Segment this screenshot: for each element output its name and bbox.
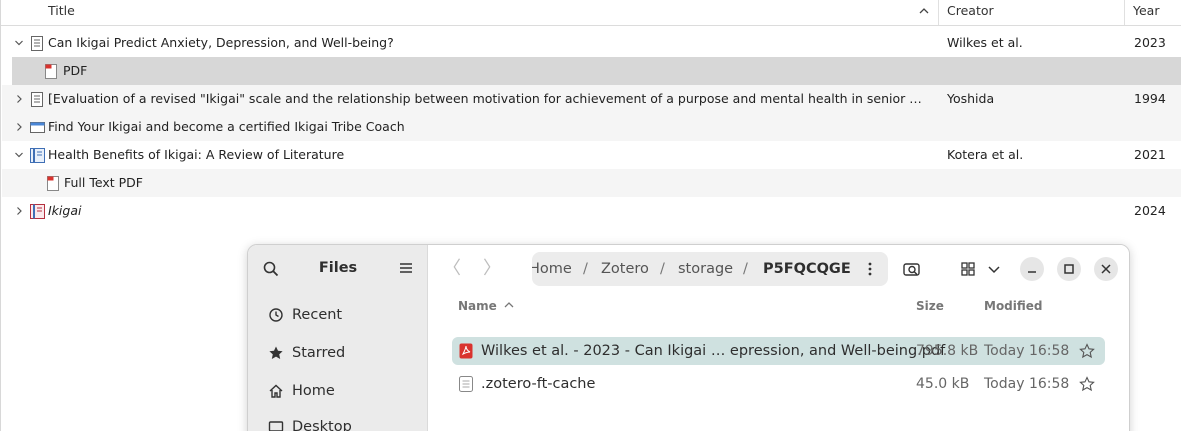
breadcrumb-separator: / — [583, 261, 588, 277]
item-title: [Evaluation of a revised "Ikigai" scale … — [48, 91, 928, 106]
column-header-modified[interactable]: Modified — [984, 297, 1043, 315]
item-title: Find Your Ikigai and become a certified … — [48, 119, 405, 134]
breadcrumb: Home / Zotero / storage / P5FQCQGE — [532, 252, 888, 286]
back-button[interactable]: 〈 — [438, 257, 466, 281]
column-header-size[interactable]: Size — [916, 297, 944, 315]
chevron-down-icon[interactable] — [14, 38, 24, 48]
sidebar-item-label: Recent — [292, 307, 343, 323]
sidebar-item-label: Desktop — [292, 419, 352, 431]
file-row[interactable]: .zotero-ft-cache 45.0 kB Today 16:58 — [452, 370, 1105, 398]
minimize-icon — [1028, 271, 1036, 273]
desktop-icon — [268, 421, 284, 431]
files-main-pane: 〈 〉 Home / Zotero / storage / P5FQCQGE N… — [428, 245, 1129, 431]
forward-button[interactable]: 〉 — [478, 257, 506, 281]
item-creator: Wilkes et al. — [947, 35, 1023, 50]
book-section-icon — [30, 148, 45, 163]
item-title: Health Benefits of Ikigai: A Review of L… — [48, 147, 345, 162]
column-header-creator[interactable]: Creator — [947, 0, 994, 25]
item-creator: Kotera et al. — [947, 147, 1024, 162]
breadcrumb-current-folder[interactable]: P5FQCQGE — [763, 252, 851, 286]
file-name: Wilkes et al. - 2023 - Can Ikigai … epre… — [481, 343, 946, 359]
web-page-icon — [30, 122, 45, 133]
home-icon — [269, 384, 283, 398]
sort-ascending-icon[interactable] — [918, 5, 930, 17]
text-file-icon — [459, 376, 473, 392]
item-row[interactable]: Ikigai 2024 — [2, 197, 1181, 225]
chevron-down-icon[interactable] — [14, 150, 24, 160]
close-button[interactable] — [1094, 257, 1118, 281]
attachment-title: PDF — [63, 63, 88, 78]
breadcrumb-separator: / — [743, 261, 748, 277]
clock-icon — [269, 308, 283, 322]
item-year: 2021 — [1134, 147, 1166, 162]
file-modified: Today 16:58 — [984, 343, 1070, 359]
attachment-title: Full Text PDF — [64, 175, 143, 190]
file-row-selected[interactable]: Wilkes et al. - 2023 - Can Ikigai … epre… — [452, 337, 1105, 365]
column-header-name[interactable]: Name — [458, 297, 515, 315]
file-size: 45.0 kB — [916, 376, 970, 392]
close-icon — [1101, 264, 1111, 274]
chevron-right-icon[interactable] — [14, 206, 24, 216]
column-header-name-label: Name — [458, 299, 497, 313]
maximize-icon — [1064, 264, 1074, 274]
attachment-row[interactable]: Full Text PDF — [2, 169, 1181, 197]
column-divider[interactable] — [1124, 0, 1125, 25]
attachment-row-selected[interactable]: PDF — [12, 57, 1181, 85]
pdf-attachment-icon — [45, 64, 57, 79]
item-row[interactable]: [Evaluation of a revised "Ikigai" scale … — [2, 85, 1181, 113]
items-table-header: Title Creator Year — [1, 0, 1181, 26]
item-creator: Yoshida — [947, 91, 995, 106]
item-title: Ikigai — [48, 203, 82, 218]
maximize-button[interactable] — [1057, 257, 1081, 281]
chevron-right-icon[interactable] — [14, 122, 24, 132]
minimize-button[interactable] — [1020, 257, 1044, 281]
item-year: 1994 — [1134, 91, 1166, 106]
sort-ascending-icon — [504, 302, 514, 308]
file-name: .zotero-ft-cache — [481, 376, 596, 392]
pdf-attachment-icon — [47, 176, 59, 191]
item-year: 2023 — [1134, 35, 1166, 50]
sidebar-item-label: Home — [292, 383, 335, 399]
journal-article-icon — [31, 92, 43, 107]
file-modified: Today 16:58 — [984, 376, 1070, 392]
breadcrumb-storage[interactable]: storage — [678, 252, 733, 286]
book-icon — [30, 204, 45, 219]
item-row[interactable]: Health Benefits of Ikigai: A Review of L… — [2, 141, 1181, 169]
column-header-year[interactable]: Year — [1133, 0, 1159, 25]
item-row[interactable]: Can Ikigai Predict Anxiety, Depression, … — [2, 29, 1181, 57]
chevron-down-icon[interactable] — [984, 255, 1004, 283]
more-options-icon[interactable] — [862, 261, 878, 277]
chevron-right-icon[interactable] — [14, 94, 24, 104]
column-header-title[interactable]: Title — [48, 0, 75, 25]
star-icon — [269, 346, 283, 359]
pdf-file-icon — [459, 343, 473, 359]
sidebar-item-label: Starred — [292, 345, 346, 361]
item-row[interactable]: Find Your Ikigai and become a certified … — [2, 113, 1181, 141]
star-outline-icon[interactable] — [1079, 343, 1095, 359]
files-sidebar: Files Recent Starred Home Desktop — [248, 245, 428, 431]
star-outline-icon[interactable] — [1079, 376, 1095, 392]
search-folder-icon[interactable] — [898, 255, 926, 283]
grid-view-icon[interactable] — [954, 255, 982, 283]
breadcrumb-home[interactable]: Home — [532, 252, 572, 286]
item-title: Can Ikigai Predict Anxiety, Depression, … — [48, 35, 394, 50]
column-divider[interactable] — [938, 0, 939, 25]
breadcrumb-zotero[interactable]: Zotero — [601, 252, 649, 286]
journal-article-icon — [31, 36, 43, 51]
hamburger-menu-icon[interactable] — [398, 260, 414, 276]
item-year: 2024 — [1134, 203, 1166, 218]
files-window: Files Recent Starred Home Desktop 〈 〉 Ho… — [247, 244, 1130, 431]
breadcrumb-separator: / — [660, 261, 665, 277]
file-size: 795.8 kB — [916, 343, 979, 359]
